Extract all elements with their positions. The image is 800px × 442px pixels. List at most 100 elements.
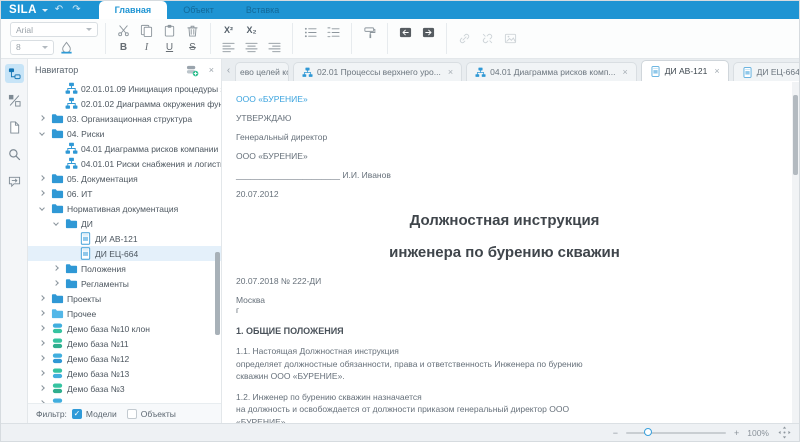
tree-item[interactable]: 02.01.01.09 Инициация процедуры закупок: [28, 81, 221, 96]
doc-line: 20.07.2018 № 222-ДИ: [236, 276, 773, 286]
document-scrollbar[interactable]: [792, 82, 799, 423]
undo-icon[interactable]: ↶: [53, 5, 65, 15]
tree-item[interactable]: ДИ: [28, 216, 221, 231]
add-database-icon[interactable]: [182, 62, 203, 78]
app-menu-chevron-down-icon[interactable]: [42, 9, 48, 15]
document-icon[interactable]: [5, 118, 24, 137]
chevron-right-icon[interactable]: [35, 402, 48, 403]
chevron-right-icon[interactable]: [49, 282, 62, 285]
doc-tab[interactable]: 02.01 Процессы верхнего уро...×: [293, 62, 462, 81]
align-left-icon[interactable]: [218, 39, 239, 55]
indent-increase-icon[interactable]: [418, 24, 439, 40]
indent-decrease-icon[interactable]: [395, 24, 416, 40]
paste-icon[interactable]: [159, 22, 180, 38]
chevron-right-icon[interactable]: [35, 372, 48, 375]
checkbox-unchecked[interactable]: [127, 409, 137, 419]
tree-item[interactable]: 04. Риски: [28, 126, 221, 141]
scrollbar-thumb[interactable]: [793, 95, 798, 175]
navigator-tree-icon[interactable]: [5, 64, 24, 83]
tree-item[interactable]: Демо база №10 клон: [28, 321, 221, 336]
close-icon[interactable]: ×: [623, 67, 628, 77]
tree-item[interactable]: [28, 396, 221, 403]
zoom-in-button[interactable]: +: [734, 428, 739, 438]
ribbon-tab-Вставка[interactable]: Вставка: [230, 1, 295, 19]
close-icon[interactable]: ×: [448, 67, 453, 77]
doc-tab[interactable]: 04.01 Диаграмма рисков комп...×: [466, 62, 637, 81]
tree-item[interactable]: Демо база №11: [28, 336, 221, 351]
chevron-down-icon[interactable]: [35, 208, 48, 210]
chevron-right-icon[interactable]: [35, 342, 48, 345]
navigator-scrollbar[interactable]: [215, 81, 220, 403]
bold-button[interactable]: B: [113, 42, 134, 53]
doc-tab[interactable]: ДИ ЕЦ-664×: [733, 62, 799, 81]
filter-option-label: Модели: [86, 409, 117, 419]
tree-item[interactable]: Положения: [28, 261, 221, 276]
tree-item[interactable]: Регламенты: [28, 276, 221, 291]
tree-item[interactable]: 06. ИТ: [28, 186, 221, 201]
tree-item[interactable]: 05. Документация: [28, 171, 221, 186]
comments-icon[interactable]: [5, 172, 24, 191]
bullet-list-icon[interactable]: [300, 24, 321, 40]
title-bar: SILA ↶ ↷ ГлавнаяОбъектВставка: [1, 1, 799, 19]
close-icon[interactable]: ×: [714, 66, 719, 76]
doc-tab[interactable]: ево целей компании×: [235, 62, 289, 81]
tree-item[interactable]: 04.01 Диаграмма рисков компании [Диагра: [28, 141, 221, 156]
fit-view-icon[interactable]: [777, 425, 791, 441]
delete-icon[interactable]: [182, 22, 203, 38]
tree-item[interactable]: Демо база №13: [28, 366, 221, 381]
ribbon-tab-Главная[interactable]: Главная: [99, 1, 168, 19]
search-icon[interactable]: [5, 145, 24, 164]
format-painter-icon[interactable]: [359, 24, 380, 40]
tree-item[interactable]: Демо база №3: [28, 381, 221, 396]
chevron-right-icon[interactable]: [35, 387, 48, 390]
strikethrough-button[interactable]: S: [182, 42, 203, 53]
insert-image-icon[interactable]: [500, 31, 521, 47]
chevron-right-icon[interactable]: [35, 327, 48, 330]
scrollbar-thumb[interactable]: [215, 252, 220, 336]
copy-icon[interactable]: [136, 22, 157, 38]
close-icon[interactable]: ×: [209, 65, 214, 75]
italic-button[interactable]: I: [136, 42, 157, 53]
zoom-slider-handle[interactable]: [644, 428, 652, 436]
doc-link[interactable]: ООО «БУРЕНИЕ»: [236, 94, 773, 104]
numbered-list-icon[interactable]: [323, 24, 344, 40]
tree-item[interactable]: 04.01.01 Риски снабжения и логистики [Ди…: [28, 156, 221, 171]
superscript-button[interactable]: X²: [218, 25, 239, 35]
subscript-button[interactable]: X₂: [241, 25, 262, 35]
chevron-right-icon[interactable]: [35, 117, 48, 120]
chevron-right-icon[interactable]: [35, 297, 48, 300]
link-icon[interactable]: [454, 31, 475, 47]
chevron-right-icon[interactable]: [49, 267, 62, 270]
fill-color-icon[interactable]: [56, 39, 77, 55]
tree-item[interactable]: Проекты: [28, 291, 221, 306]
font-size-select[interactable]: 8: [10, 40, 54, 55]
tree-item[interactable]: ДИ ЕЦ-664: [28, 246, 221, 261]
underline-button[interactable]: U: [159, 42, 180, 53]
tree-item[interactable]: Прочее: [28, 306, 221, 321]
tree-item[interactable]: Демо база №12: [28, 351, 221, 366]
chevron-down-icon[interactable]: [35, 133, 48, 135]
tree-item[interactable]: 02.01.02 Диаграмма окружения функции Сн: [28, 96, 221, 111]
ribbon-tab-Объект[interactable]: Объект: [167, 1, 230, 19]
document-page[interactable]: ООО «БУРЕНИЕ»УТВЕРЖДАЮГенеральный директ…: [222, 81, 799, 423]
unlink-icon[interactable]: [477, 31, 498, 47]
checkbox-checked[interactable]: ✓: [72, 409, 82, 419]
tree-item[interactable]: ДИ АВ-121: [28, 231, 221, 246]
chevron-right-icon[interactable]: [35, 357, 48, 360]
doc-tab[interactable]: ДИ АВ-121×: [641, 60, 729, 81]
tree-item[interactable]: Нормативная документация: [28, 201, 221, 216]
chevron-right-icon[interactable]: [35, 192, 48, 195]
align-right-icon[interactable]: [264, 39, 285, 55]
zoom-slider[interactable]: [626, 432, 726, 434]
chevron-right-icon[interactable]: [35, 312, 48, 315]
tab-scroll-left-button[interactable]: ‹: [222, 59, 235, 81]
zoom-out-button[interactable]: −: [613, 428, 618, 438]
chevron-down-icon[interactable]: [49, 223, 62, 225]
chevron-right-icon[interactable]: [35, 177, 48, 180]
model-objects-icon[interactable]: [5, 91, 24, 110]
tree-item[interactable]: 03. Организационная структура: [28, 111, 221, 126]
align-center-icon[interactable]: [241, 39, 262, 55]
font-family-select[interactable]: Arial: [10, 22, 98, 37]
cut-icon[interactable]: [113, 22, 134, 38]
redo-icon[interactable]: ↷: [70, 5, 82, 15]
